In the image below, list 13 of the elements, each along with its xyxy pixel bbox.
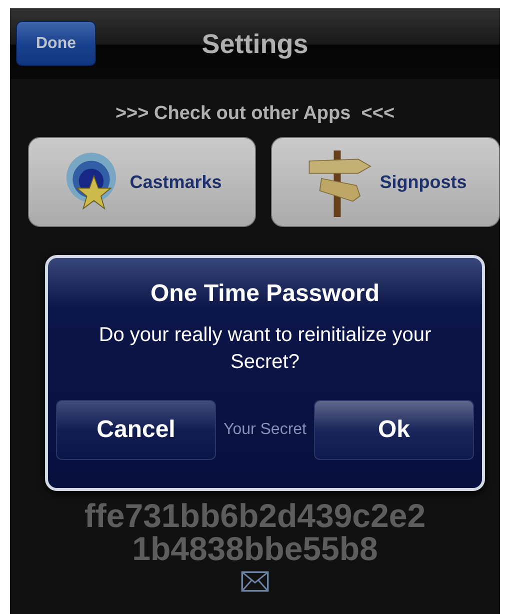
- app-tile[interactable]: Castmarks: [28, 137, 256, 227]
- section-heading: >>> Check out other Apps <<<: [115, 103, 395, 125]
- app-tile[interactable]: Signposts: [270, 137, 500, 227]
- done-button[interactable]: Done: [16, 21, 96, 66]
- secret-value: ffe731bb6b2d439c2e2: [84, 499, 426, 532]
- ok-button[interactable]: Ok: [314, 400, 474, 460]
- mail-icon[interactable]: [241, 571, 269, 592]
- screen-title: Settings: [202, 28, 308, 60]
- alert-message: Do your really want to reinitialize your Secret?: [98, 323, 432, 375]
- alert-title: One Time Password: [150, 280, 380, 308]
- secret-label: Your Secret: [223, 421, 306, 439]
- cancel-button[interactable]: Cancel: [56, 400, 216, 460]
- secret-value: 1b4838bbe55b8: [132, 532, 378, 565]
